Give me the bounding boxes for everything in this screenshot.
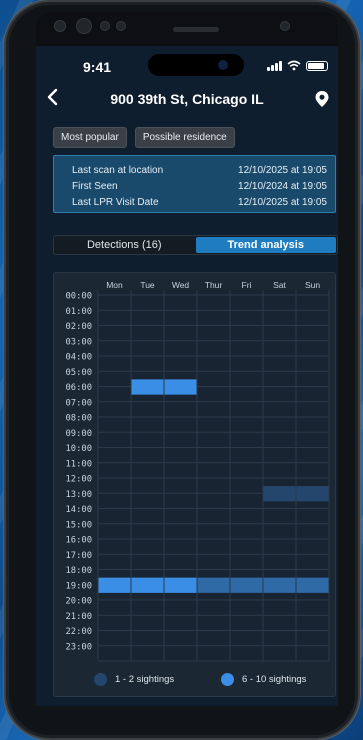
row-label: 11:00 bbox=[66, 459, 92, 469]
legend-item-low: 1 - 2 sightings bbox=[94, 673, 174, 686]
info-label: First Seen bbox=[72, 180, 118, 192]
info-label: Last LPR Visit Date bbox=[72, 196, 159, 208]
status-time: 9:41 bbox=[83, 59, 112, 75]
sensor-icon bbox=[116, 21, 126, 31]
column-label: Tue bbox=[140, 280, 155, 290]
signal-icon bbox=[267, 60, 282, 71]
heatmap-cell bbox=[230, 577, 263, 593]
row-label: 06:00 bbox=[66, 383, 92, 393]
column-label: Fri bbox=[242, 280, 252, 290]
heatmap-card: Mon Tue Wed Thur Fri Sat Sun 00:00 01:00 02:00 03:… bbox=[53, 272, 336, 697]
info-value: 12/10/2024 at 19:05 bbox=[238, 180, 327, 192]
row-label: 04:00 bbox=[66, 353, 92, 363]
row-label: 19:00 bbox=[66, 581, 92, 591]
island-camera-icon bbox=[218, 60, 228, 70]
tab-bar: Detections (16) Trend analysis bbox=[53, 235, 338, 255]
screen: 9:41 900 39th St, Chicago IL Most popula… bbox=[36, 46, 338, 706]
heatmap-chart: Mon Tue Wed Thur Fri Sat Sun 00:00 01:00 02:00 03:… bbox=[66, 280, 330, 662]
column-label: Thur bbox=[205, 280, 223, 290]
row-label: 12:00 bbox=[66, 475, 92, 485]
legend-item-high: 6 - 10 sightings bbox=[221, 673, 306, 686]
tag-most-popular: Most popular bbox=[53, 127, 127, 148]
legend-dot-high bbox=[221, 673, 234, 686]
info-row: Last scan at location 12/10/2025 at 19:0… bbox=[54, 162, 335, 178]
nav-bar: 900 39th St, Chicago IL bbox=[36, 86, 338, 116]
info-label: Last scan at location bbox=[72, 164, 164, 176]
speaker-grille bbox=[173, 27, 219, 32]
heatmap-cell bbox=[296, 486, 329, 502]
front-sensor-icon bbox=[280, 21, 290, 31]
heatmap-cell bbox=[164, 577, 197, 593]
status-bar: 9:41 bbox=[36, 46, 338, 86]
location-info-card: Last scan at location 12/10/2025 at 19:0… bbox=[53, 155, 336, 213]
info-row: First Seen 12/10/2024 at 19:05 bbox=[54, 178, 335, 194]
column-label: Sat bbox=[273, 280, 286, 290]
location-pin-icon[interactable] bbox=[314, 90, 330, 113]
legend: 1 - 2 sightings 6 - 10 sightings bbox=[36, 669, 338, 693]
top-bezel bbox=[36, 12, 338, 48]
row-label: 02:00 bbox=[66, 322, 92, 332]
row-label: 13:00 bbox=[66, 490, 92, 500]
row-label: 01:00 bbox=[66, 307, 92, 317]
row-label: 18:00 bbox=[66, 566, 92, 576]
battery-icon bbox=[306, 60, 328, 71]
sensor-icon bbox=[100, 21, 110, 31]
row-label: 08:00 bbox=[66, 414, 92, 424]
heatmap-cell bbox=[164, 379, 197, 395]
row-label: 17:00 bbox=[66, 551, 92, 561]
heatmap-cell bbox=[131, 379, 164, 395]
legend-label-high: 6 - 10 sightings bbox=[242, 674, 307, 685]
tab-detections[interactable]: Detections (16) bbox=[54, 236, 195, 254]
row-label: 05:00 bbox=[66, 368, 92, 378]
heatmap-cell bbox=[296, 577, 329, 593]
column-label: Mon bbox=[106, 280, 123, 290]
row-label: 03:00 bbox=[66, 337, 92, 347]
row-label: 15:00 bbox=[66, 520, 92, 530]
row-label: 23:00 bbox=[66, 642, 92, 652]
row-label: 07:00 bbox=[66, 398, 92, 408]
camera-icon bbox=[54, 20, 66, 32]
row-label: 20:00 bbox=[66, 597, 92, 607]
status-icons bbox=[267, 60, 328, 71]
legend-dot-low bbox=[94, 673, 107, 686]
heatmap-cell bbox=[197, 577, 230, 593]
heatmap-cell bbox=[98, 577, 131, 593]
heatmap-cell bbox=[263, 577, 296, 593]
tab-trend-analysis[interactable]: Trend analysis bbox=[195, 237, 336, 253]
phone-frame: 9:41 900 39th St, Chicago IL Most popula… bbox=[4, 0, 360, 740]
row-label: 22:00 bbox=[66, 627, 92, 637]
page-title: 900 39th St, Chicago IL bbox=[110, 91, 264, 107]
plot-area bbox=[98, 290, 329, 661]
tag-possible-residence: Possible residence bbox=[134, 127, 235, 148]
info-value: 12/10/2025 at 19:05 bbox=[238, 164, 327, 176]
row-label: 10:00 bbox=[66, 444, 92, 454]
row-label: 16:00 bbox=[66, 536, 92, 546]
row-label: 21:00 bbox=[66, 612, 92, 622]
row-label: 14:00 bbox=[66, 505, 92, 515]
heatmap-cell bbox=[263, 486, 296, 502]
legend-label-low: 1 - 2 sightings bbox=[115, 674, 175, 685]
tag-list: Most popular Possible residence bbox=[53, 127, 235, 148]
heatmap-cell bbox=[131, 577, 164, 593]
camera-lens-icon bbox=[76, 18, 92, 34]
wifi-icon bbox=[287, 60, 301, 71]
column-label: Sun bbox=[305, 280, 320, 290]
info-value: 12/10/2025 at 19:05 bbox=[238, 196, 327, 208]
row-label: 09:00 bbox=[66, 429, 92, 439]
row-label: 00:00 bbox=[66, 292, 92, 302]
dynamic-island bbox=[148, 54, 244, 76]
info-row: Last LPR Visit Date 12/10/2025 at 19:05 bbox=[54, 194, 335, 210]
column-label: Wed bbox=[172, 280, 190, 290]
